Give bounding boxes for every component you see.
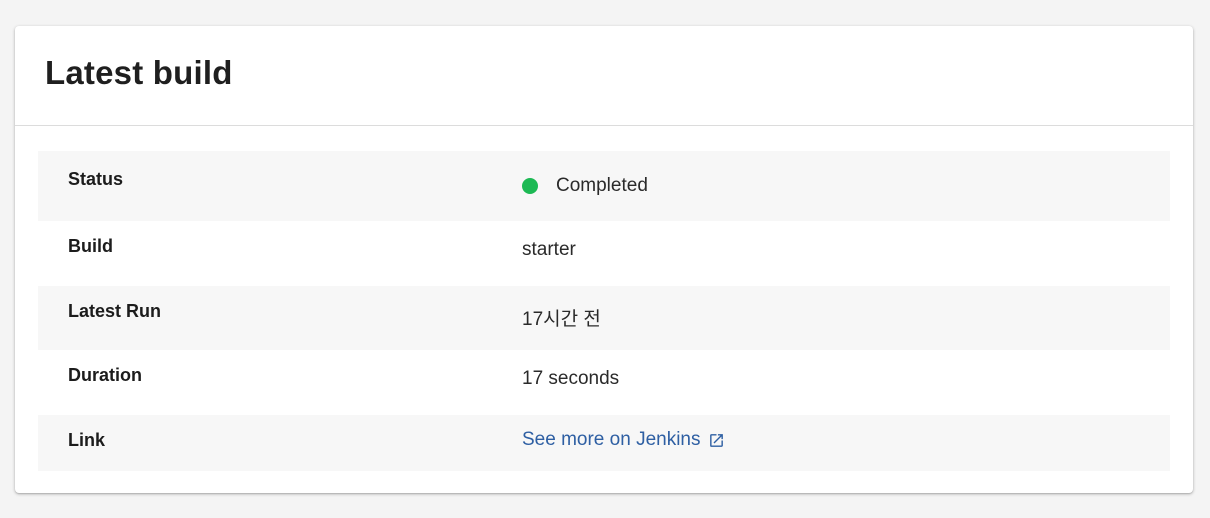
duration-value: 17 seconds — [522, 368, 620, 389]
table-row-status: Status Completed — [38, 151, 1170, 221]
card-title: Latest build — [45, 54, 233, 91]
latest-build-card: Latest build Status Completed Build star… — [15, 26, 1193, 493]
status-value: Completed — [522, 175, 648, 197]
build-label: Build — [68, 236, 113, 256]
status-label: Status — [68, 169, 124, 189]
table-row-build: Build starter — [38, 221, 1170, 286]
latest-run-label: Latest Run — [68, 301, 162, 321]
build-value: starter — [522, 239, 576, 260]
table-row-duration: Duration 17 seconds — [38, 350, 1170, 415]
status-success-icon — [522, 178, 538, 194]
link-value: See more on Jenkins — [522, 429, 725, 451]
table-row-latest-run: Latest Run 17시간 전 — [38, 286, 1170, 350]
build-details-table: Status Completed Build starter Latest Ru… — [38, 151, 1170, 471]
link-label: Link — [68, 430, 106, 450]
card-header: Latest build — [15, 26, 1193, 126]
status-text: Completed — [556, 175, 648, 196]
external-link-icon[interactable] — [708, 432, 725, 449]
jenkins-link[interactable]: See more on Jenkins — [522, 429, 701, 451]
table-row-link: Link See more on Jenkins — [38, 415, 1170, 471]
duration-label: Duration — [68, 365, 142, 385]
latest-run-value: 17시간 전 — [522, 309, 601, 330]
